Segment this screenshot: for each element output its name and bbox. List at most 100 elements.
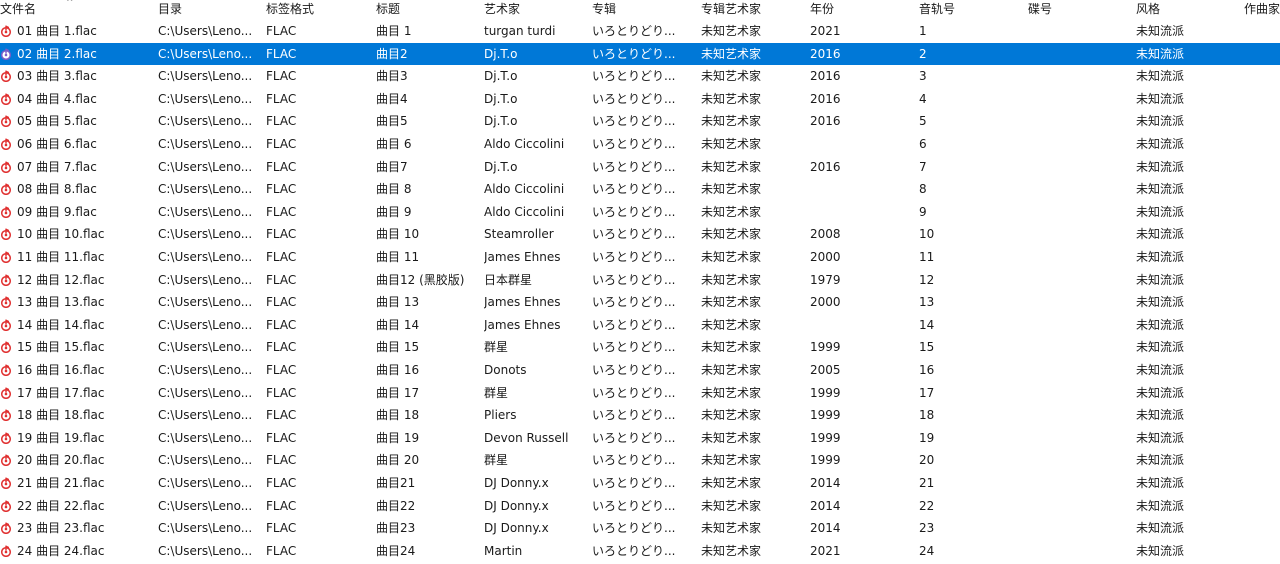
cell-composer xyxy=(1244,65,1280,87)
flac-file-icon xyxy=(0,251,12,264)
cell-genre: 未知流派 xyxy=(1136,204,1185,219)
cell-album: いろとりどり... xyxy=(592,69,676,84)
cell-artist: 群星 xyxy=(484,385,509,400)
cell-disc xyxy=(1028,382,1128,404)
table-row[interactable]: 10 曲目 10.flac C:\Users\Leno... FLAC 曲目 10 St… xyxy=(0,223,1280,245)
cell-disc xyxy=(1028,404,1128,426)
cell-tag-format: FLAC xyxy=(266,24,297,38)
cell-artist: James Ehnes xyxy=(484,295,561,310)
cell-year: 2021 xyxy=(810,24,841,38)
table-row[interactable]: 03 曲目 3.flac C:\Users\Leno... FLAC 曲目3 Dj.T.… xyxy=(0,65,1280,87)
table-row[interactable]: 07 曲目 7.flac C:\Users\Leno... FLAC 曲目7 Dj.T.… xyxy=(0,156,1280,178)
table-row[interactable]: 16 曲目 16.flac C:\Users\Leno... FLAC 曲目 16 Do… xyxy=(0,359,1280,381)
column-header-album[interactable]: 专辑 xyxy=(592,0,692,20)
table-row[interactable]: 22 曲目 22.flac C:\Users\Leno... FLAC 曲目22 DJ … xyxy=(0,495,1280,517)
cell-tag-format: FLAC xyxy=(266,453,297,468)
cell-disc xyxy=(1028,495,1128,517)
table-row[interactable]: 17 曲目 17.flac C:\Users\Leno... FLAC 曲目 17 群星… xyxy=(0,382,1280,404)
cell-track: 19 xyxy=(919,430,935,445)
table-row[interactable]: 14 曲目 14.flac C:\Users\Leno... FLAC 曲目 14 Ja… xyxy=(0,314,1280,336)
flac-file-icon xyxy=(0,409,12,422)
table-row[interactable]: 08 曲目 8.flac C:\Users\Leno... FLAC 曲目 8 Aldo… xyxy=(0,178,1280,200)
cell-track: 5 xyxy=(919,114,927,129)
cell-filename: 04 曲目 4.flac xyxy=(17,91,97,106)
flac-file-icon xyxy=(0,115,12,128)
cell-album: いろとりどり... xyxy=(592,317,676,332)
cell-tag-format: FLAC xyxy=(266,408,297,423)
cell-year: 2000 xyxy=(810,295,841,310)
column-header-bar: 文件名 ^ 目录 标签格式 标题 艺术家 专辑 专辑艺术家 年份 音轨号 碟号 … xyxy=(0,0,1280,20)
cell-composer xyxy=(1244,314,1280,336)
cell-year: 2016 xyxy=(810,114,841,129)
cell-genre: 未知流派 xyxy=(1136,317,1185,332)
column-header-tag-format[interactable]: 标签格式 xyxy=(266,0,366,20)
cell-disc xyxy=(1028,517,1128,539)
cell-artist: Devon Russell xyxy=(484,430,569,445)
cell-filename: 09 曲目 9.flac xyxy=(17,204,97,219)
cell-composer xyxy=(1244,20,1280,42)
cell-track: 4 xyxy=(919,91,927,106)
table-row[interactable]: 18 曲目 18.flac C:\Users\Leno... FLAC 曲目 18 Pl… xyxy=(0,404,1280,426)
table-row[interactable]: 20 曲目 20.flac C:\Users\Leno... FLAC 曲目 20 群星… xyxy=(0,449,1280,471)
cell-track: 2 xyxy=(919,46,927,61)
cell-disc xyxy=(1028,156,1128,178)
cell-tag-format: FLAC xyxy=(266,204,297,219)
cell-album-artist: 未知艺术家 xyxy=(701,295,762,310)
cell-year xyxy=(810,314,910,336)
table-row[interactable]: 15 曲目 15.flac C:\Users\Leno... FLAC 曲目 15 群星… xyxy=(0,336,1280,358)
cell-disc xyxy=(1028,427,1128,449)
tag-list-table[interactable]: 文件名 ^ 目录 标签格式 标题 艺术家 专辑 专辑艺术家 年份 音轨号 碟号 … xyxy=(0,0,1280,564)
cell-composer xyxy=(1244,133,1280,155)
cell-filename: 13 曲目 13.flac xyxy=(17,295,105,310)
cell-directory: C:\Users\Leno... xyxy=(158,114,253,129)
table-row[interactable]: 09 曲目 9.flac C:\Users\Leno... FLAC 曲目 9 Aldo… xyxy=(0,201,1280,223)
cell-title: 曲目 14 xyxy=(376,317,420,332)
column-header-genre[interactable]: 风格 xyxy=(1136,0,1236,20)
cell-filename: 11 曲目 11.flac xyxy=(17,250,105,264)
column-header-title[interactable]: 标题 xyxy=(376,0,476,20)
table-row[interactable]: 21 曲目 21.flac C:\Users\Leno... FLAC 曲目21 DJ … xyxy=(0,472,1280,494)
table-row[interactable]: 04 曲目 4.flac C:\Users\Leno... FLAC 曲目4 Dj.T.… xyxy=(0,88,1280,110)
table-row[interactable]: 12 曲目 12.flac C:\Users\Leno... FLAC 曲目12 (黑… xyxy=(0,269,1280,291)
column-header-directory[interactable]: 目录 xyxy=(158,0,258,20)
table-row[interactable]: 02 曲目 2.flac C:\Users\Leno... FLAC 曲目2 Dj.T.… xyxy=(0,42,1280,65)
table-row[interactable]: 11 曲目 11.flac C:\Users\Leno... FLAC 曲目 11 Ja… xyxy=(0,246,1280,268)
cell-tag-format: FLAC xyxy=(266,521,297,536)
cell-disc xyxy=(1028,246,1128,268)
cell-filename: 21 曲目 21.flac xyxy=(17,476,105,490)
cell-filename: 05 曲目 5.flac xyxy=(17,114,97,129)
table-row[interactable]: 23 曲目 23.flac C:\Users\Leno... FLAC 曲目23 DJ … xyxy=(0,517,1280,539)
column-header-disc[interactable]: 碟号 xyxy=(1028,0,1128,20)
cell-directory: C:\Users\Leno... xyxy=(158,91,253,106)
cell-track: 8 xyxy=(919,182,927,197)
table-row[interactable]: 13 曲目 13.flac C:\Users\Leno... FLAC 曲目 13 Ja… xyxy=(0,291,1280,313)
cell-title: 曲目 16 xyxy=(376,363,420,377)
column-header-track[interactable]: 音轨号 xyxy=(919,0,1019,20)
cell-disc xyxy=(1028,269,1128,291)
column-header-composer[interactable]: 作曲家 xyxy=(1244,0,1280,20)
column-header-filename[interactable]: 文件名 xyxy=(0,0,150,20)
column-header-album-artist[interactable]: 专辑艺术家 xyxy=(701,0,801,20)
column-header-artist[interactable]: 艺术家 xyxy=(484,0,584,20)
cell-composer xyxy=(1244,246,1280,268)
cell-filename: 12 曲目 12.flac xyxy=(17,272,105,287)
table-row[interactable]: 01 曲目 1.flac C:\Users\Leno... FLAC 曲目 1 turg… xyxy=(0,20,1280,42)
table-row[interactable]: 06 曲目 6.flac C:\Users\Leno... FLAC 曲目 6 Aldo… xyxy=(0,133,1280,155)
table-row[interactable]: 05 曲目 5.flac C:\Users\Leno... FLAC 曲目5 Dj.T.… xyxy=(0,110,1280,132)
table-row[interactable]: 19 曲目 19.flac C:\Users\Leno... FLAC 曲目 19 De… xyxy=(0,427,1280,449)
cell-title: 曲目5 xyxy=(376,114,408,129)
flac-file-icon xyxy=(0,454,12,467)
flac-file-icon xyxy=(0,341,12,354)
cell-composer xyxy=(1244,223,1280,245)
flac-file-icon xyxy=(0,161,12,173)
cell-disc xyxy=(1028,133,1128,155)
cell-tag-format: FLAC xyxy=(266,295,297,310)
column-header-year[interactable]: 年份 xyxy=(810,0,910,20)
cell-directory: C:\Users\Leno... xyxy=(158,250,253,264)
flac-file-icon xyxy=(0,70,12,83)
table-row[interactable]: 24 曲目 24.flac C:\Users\Leno... FLAC 曲目24 Mar… xyxy=(0,540,1280,562)
cell-title: 曲目23 xyxy=(376,521,416,536)
cell-album: いろとりどり... xyxy=(592,385,676,400)
cell-track: 11 xyxy=(919,250,935,264)
cell-title: 曲目 15 xyxy=(376,340,420,355)
